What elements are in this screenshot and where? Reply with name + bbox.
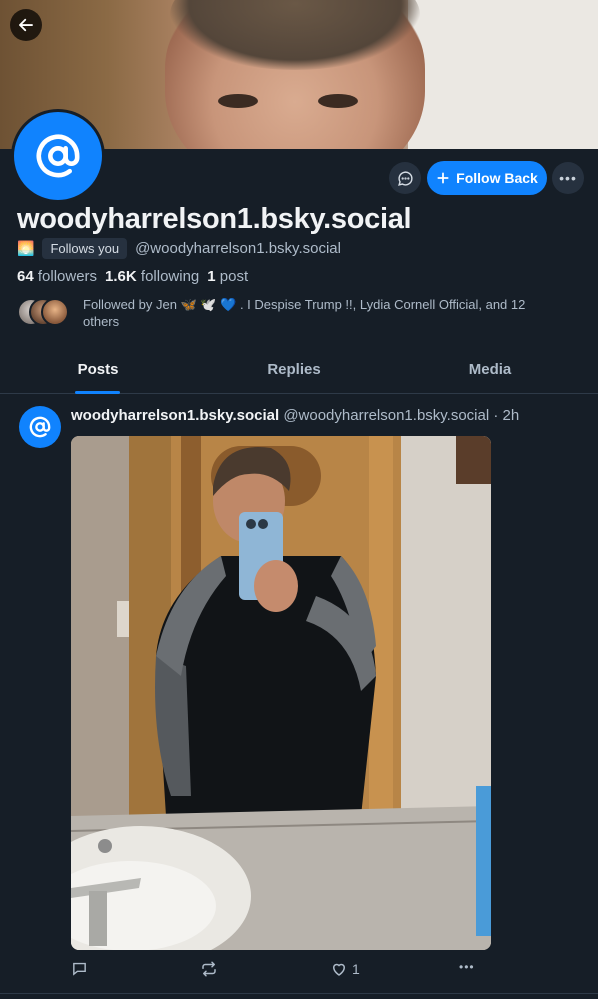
heart-icon xyxy=(332,963,346,976)
reply-icon xyxy=(73,962,86,976)
tab-replies[interactable]: Replies xyxy=(196,353,392,393)
active-tab-indicator xyxy=(75,391,120,394)
following-label: following xyxy=(140,268,200,285)
posts-label: post xyxy=(219,268,249,285)
divider xyxy=(0,993,598,994)
ellipsis-icon: ••• xyxy=(459,960,475,974)
follow-back-label: Follow Back xyxy=(456,170,538,186)
tab-replies-label: Replies xyxy=(267,361,321,378)
following-link[interactable]: 1.6K following xyxy=(105,268,199,285)
profile-tabs: Posts Replies Media xyxy=(0,353,598,394)
banner-eye-right xyxy=(318,94,358,108)
mutual-avatar xyxy=(41,298,69,326)
post-author-avatar[interactable] xyxy=(19,406,61,448)
chat-bubble-icon xyxy=(397,170,413,186)
profile-display-name: woodyharrelson1.bsky.social xyxy=(17,203,412,235)
repost-icon xyxy=(202,961,216,977)
post-header: woodyharrelson1.bsky.social @woodyharrel… xyxy=(71,407,519,424)
back-button[interactable] xyxy=(10,9,42,41)
post-image[interactable] xyxy=(71,436,491,950)
banner-wall xyxy=(408,0,598,149)
post-author-handle[interactable]: @woodyharrelson1.bsky.social xyxy=(283,407,489,424)
reply-button[interactable] xyxy=(71,960,88,977)
followers-count: 64 xyxy=(17,268,34,285)
post-actions: 1 ••• xyxy=(71,960,491,982)
ellipsis-icon: ••• xyxy=(559,170,577,186)
following-count: 1.6K xyxy=(105,268,137,285)
post-more-button[interactable]: ••• xyxy=(459,960,475,974)
more-options-button[interactable]: ••• xyxy=(552,162,584,194)
profile-handle: @woodyharrelson1.bsky.social xyxy=(135,240,341,257)
tab-media[interactable]: Media xyxy=(392,353,588,393)
tab-posts-label: Posts xyxy=(77,361,119,378)
at-sign-icon xyxy=(29,416,51,438)
profile-subrow: 🌅 Follows you @woodyharrelson1.bsky.soci… xyxy=(17,238,341,259)
post-separator: · xyxy=(493,407,499,424)
arrow-left-icon xyxy=(19,18,33,32)
plus-icon xyxy=(437,172,449,184)
followed-by-text: Followed by Jen 🦋 🕊️ 💙 . I Despise Trump… xyxy=(83,297,526,329)
follows-you-badge: Follows you xyxy=(42,238,128,259)
tab-media-label: Media xyxy=(468,361,512,378)
posts-count: 1 xyxy=(207,268,216,285)
message-button[interactable] xyxy=(389,162,421,194)
post-time[interactable]: 2h xyxy=(503,407,520,424)
at-sign-icon xyxy=(36,134,80,178)
followers-label: followers xyxy=(37,268,98,285)
profile-avatar[interactable] xyxy=(11,109,105,203)
followed-by-row[interactable]: Followed by Jen 🦋 🕊️ 💙 . I Despise Trump… xyxy=(17,296,563,330)
banner-eye-left xyxy=(218,94,258,108)
tab-posts[interactable]: Posts xyxy=(0,353,196,394)
mutual-avatars xyxy=(17,296,73,328)
like-button[interactable]: 1 xyxy=(330,960,360,978)
follow-back-button[interactable]: Follow Back xyxy=(427,161,547,195)
post-author-name[interactable]: woodyharrelson1.bsky.social xyxy=(71,407,279,424)
status-emoji: 🌅 xyxy=(17,240,35,256)
like-count: 1 xyxy=(352,961,360,977)
profile-counts: 64 followers 1.6K following 1 post xyxy=(17,268,248,285)
post-photo xyxy=(71,436,491,950)
repost-button[interactable] xyxy=(200,960,218,978)
followers-link[interactable]: 64 followers xyxy=(17,268,97,285)
posts-count-text: 1 post xyxy=(207,268,248,285)
